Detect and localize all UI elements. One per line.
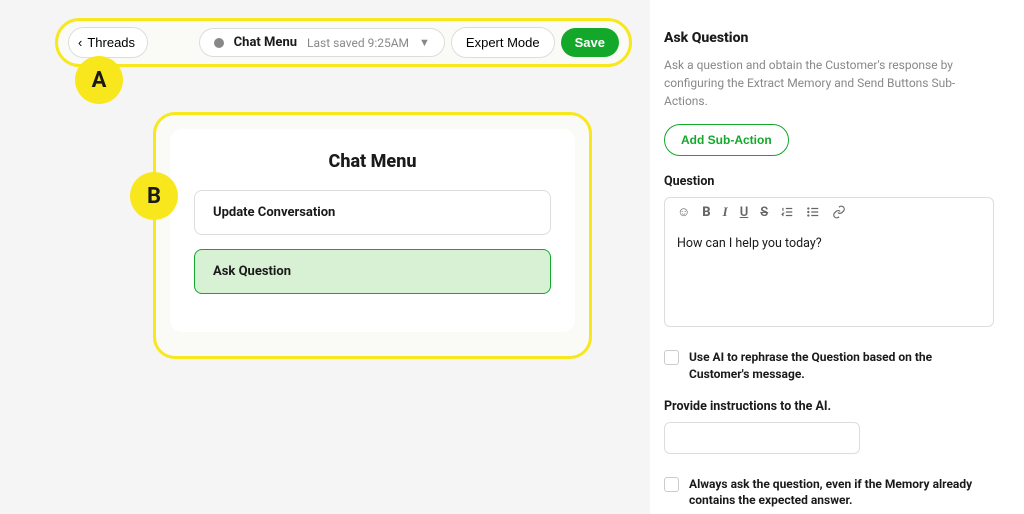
document-status-dropdown[interactable]: Chat Menu Last saved 9:25AM ▼ <box>199 28 445 57</box>
rephrase-option: Use AI to rephrase the Question based on… <box>664 349 994 383</box>
question-editor: ☺ B I U S How can I help you today? <box>664 197 994 327</box>
saved-time-label: Last saved 9:25AM <box>307 36 409 50</box>
italic-icon[interactable]: I <box>723 204 728 220</box>
bold-icon[interactable]: B <box>702 205 710 220</box>
callout-a: A <box>75 56 123 104</box>
rephrase-label: Use AI to rephrase the Question based on… <box>689 349 994 383</box>
threads-back-button[interactable]: ‹ Threads <box>68 27 148 58</box>
emoji-icon[interactable]: ☺ <box>677 204 690 220</box>
save-button[interactable]: Save <box>561 28 619 57</box>
expert-mode-button[interactable]: Expert Mode <box>451 27 555 58</box>
action-ask-question[interactable]: Ask Question <box>194 249 551 294</box>
status-dot-icon <box>214 38 224 48</box>
ordered-list-icon[interactable] <box>780 205 794 219</box>
editor-pane: ‹ Threads Chat Menu Last saved 9:25AM ▼ … <box>0 0 650 514</box>
chat-menu-card: Chat Menu Update Conversation Ask Questi… <box>170 129 575 332</box>
chevron-left-icon: ‹ <box>78 35 82 50</box>
underline-icon[interactable]: U <box>740 205 749 220</box>
link-icon[interactable] <box>832 205 846 219</box>
instructions-label: Provide instructions to the AI. <box>664 399 994 414</box>
callout-b: B <box>130 172 178 220</box>
document-title: Chat Menu <box>234 35 297 50</box>
chevron-down-icon: ▼ <box>419 36 430 49</box>
strikethrough-icon[interactable]: S <box>760 205 768 220</box>
question-label: Question <box>664 174 994 189</box>
add-sub-action-button[interactable]: Add Sub-Action <box>664 124 789 156</box>
always-ask-label: Always ask the question, even if the Mem… <box>689 476 994 510</box>
editor-toolbar: ☺ B I U S <box>665 198 993 226</box>
action-update-conversation[interactable]: Update Conversation <box>194 190 551 235</box>
question-textarea[interactable]: How can I help you today? <box>665 226 993 326</box>
unordered-list-icon[interactable] <box>806 205 820 219</box>
menu-highlight-b: Chat Menu Update Conversation Ask Questi… <box>153 112 592 359</box>
toolbar-highlight-a: ‹ Threads Chat Menu Last saved 9:25AM ▼ … <box>55 18 632 67</box>
properties-panel: Ask Question Ask a question and obtain t… <box>650 0 1024 514</box>
back-label: Threads <box>87 35 135 50</box>
panel-description: Ask a question and obtain the Customer's… <box>664 56 994 110</box>
instructions-input[interactable] <box>664 422 860 454</box>
panel-title: Ask Question <box>664 30 994 46</box>
rephrase-checkbox[interactable] <box>664 350 679 365</box>
card-title: Chat Menu <box>194 151 551 172</box>
always-ask-option: Always ask the question, even if the Mem… <box>664 476 994 510</box>
always-ask-checkbox[interactable] <box>664 477 679 492</box>
